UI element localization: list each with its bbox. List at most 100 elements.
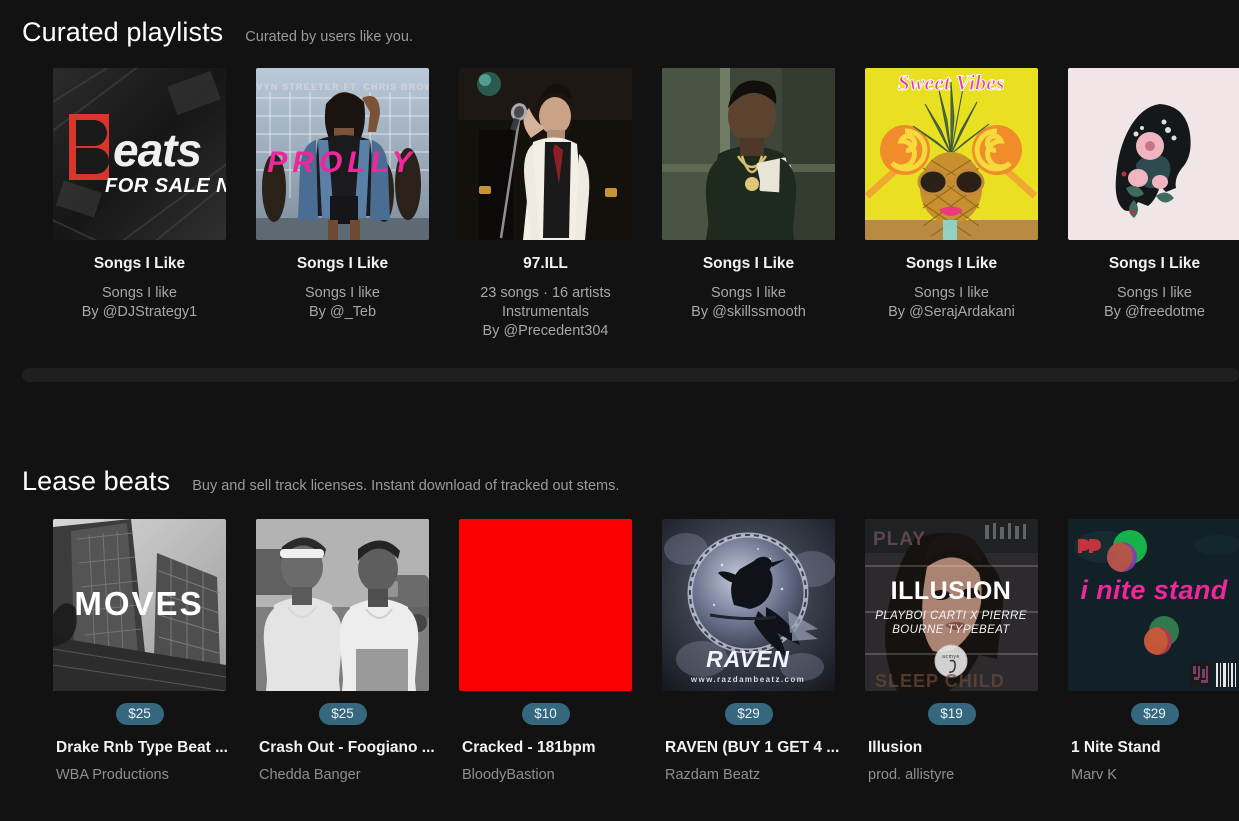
- beat-card[interactable]: PLAY ILLUSION PLAYBOI CARTI X PIERRE BOU…: [850, 518, 1053, 785]
- beat-artist[interactable]: Chedda Banger: [241, 767, 444, 784]
- price-badge[interactable]: $19: [927, 702, 976, 726]
- price-badge[interactable]: $25: [318, 702, 367, 726]
- playlist-meta-line: Instrumentals: [501, 304, 590, 321]
- beat-artist[interactable]: Marv K: [1053, 767, 1239, 784]
- lease-beats-header: Lease beats Buy and sell track licenses.…: [0, 455, 1239, 497]
- beat-card[interactable]: MOVES $25 Drake Rnb Type Beat ... WBA Pr…: [38, 518, 241, 785]
- moves-skyscraper-cover[interactable]: MOVES: [53, 518, 226, 691]
- beat-artist[interactable]: BloodyBastion: [444, 767, 647, 784]
- page-title: Curated playlists: [22, 17, 224, 47]
- beat-title[interactable]: Illusion: [850, 739, 1053, 758]
- playlist-title: Songs I Like: [1108, 254, 1201, 272]
- playlist-meta: Songs I like By @skillssmooth: [647, 284, 850, 322]
- svg-text:PROLLY: PROLLY: [267, 146, 416, 179]
- playlist-title: 97.ILL: [523, 254, 568, 272]
- playlist-meta: Songs I like By @freedotme: [1053, 284, 1239, 322]
- curated-playlists-header: Curated playlists Curated by users like …: [0, 0, 1239, 48]
- price-badge[interactable]: $29: [1130, 702, 1179, 726]
- beat-title[interactable]: Crash Out - Foogiano ...: [241, 739, 444, 758]
- playlist-title: Songs I Like: [93, 254, 186, 272]
- lease-beats-section: Lease beats Buy and sell track licenses.…: [0, 455, 1239, 784]
- svg-text:Sweet Vibes: Sweet Vibes: [898, 70, 1005, 95]
- playlist-card[interactable]: SEVYN STREETER FT. CHRIS BROWN PROLLY So…: [241, 67, 444, 342]
- price-wrap: $29: [1053, 702, 1239, 726]
- svg-text:acmye: acmye: [942, 654, 960, 660]
- price-badge[interactable]: $10: [521, 702, 570, 726]
- beat-title[interactable]: Drake Rnb Type Beat ...: [38, 739, 241, 758]
- playlist-card[interactable]: Songs I Like Songs I like By @skillssmoo…: [647, 67, 850, 342]
- playlist-meta-line: Songs I like: [305, 285, 380, 302]
- floral-silhouette-cover[interactable]: [1068, 67, 1239, 240]
- curated-playlists-section: Curated playlists Curated by users like …: [0, 0, 1239, 382]
- svg-text:MOVES: MOVES: [74, 585, 203, 622]
- playlist-owner: By @DJStrategy1: [81, 304, 198, 321]
- playlist-meta-line: Songs I like: [711, 285, 786, 302]
- playlist-card[interactable]: 97.ILL 23 songs · 16 artists Instrumenta…: [444, 67, 647, 342]
- curated-playlists-carousel[interactable]: eats FOR SALE NOW Songs I Like Songs I l…: [0, 67, 1239, 342]
- rapper-with-cash-cover[interactable]: [662, 67, 835, 240]
- playlist-owner: By @skillssmooth: [691, 304, 806, 321]
- playlist-owner: By @_Teb: [308, 304, 377, 321]
- svg-text:PLAY: PLAY: [873, 529, 926, 550]
- playlist-meta-line: Songs I like: [914, 285, 989, 302]
- playlist-title: Songs I Like: [905, 254, 998, 272]
- playlist-owner: By @SerajArdakani: [888, 304, 1015, 321]
- price-wrap: $19: [850, 702, 1053, 726]
- raven-circle-cover[interactable]: RAVEN www.razdambeatz.com: [662, 518, 835, 691]
- playlist-meta-line: Songs I like: [102, 285, 177, 302]
- playlist-meta-line: Songs I like: [1117, 285, 1192, 302]
- svg-text:eats: eats: [113, 124, 201, 176]
- illusion-playboi-carti-typebeat-cover[interactable]: PLAY ILLUSION PLAYBOI CARTI X PIERRE BOU…: [865, 518, 1038, 691]
- price-wrap: $29: [647, 702, 850, 726]
- beat-artist[interactable]: WBA Productions: [38, 767, 241, 784]
- svg-text:RAVEN: RAVEN: [706, 646, 790, 672]
- curated-playlists-subtitle: Curated by users like you.: [245, 29, 413, 45]
- playlist-meta: Songs I like By @DJStrategy1: [38, 284, 241, 322]
- beat-artist[interactable]: prod. allistyre: [850, 767, 1053, 784]
- beat-card[interactable]: i nite stand $29 1 Nite Stand Marv K: [1053, 518, 1239, 785]
- beat-title[interactable]: RAVEN (BUY 1 GET 4 ...: [647, 739, 850, 758]
- svg-text:ILLUSION: ILLUSION: [891, 577, 1012, 605]
- playlist-card[interactable]: eats FOR SALE NOW Songs I Like Songs I l…: [38, 67, 241, 342]
- svg-text:SEVYN STREETER FT. CHRIS BROWN: SEVYN STREETER FT. CHRIS BROWN: [256, 82, 429, 92]
- lease-beats-carousel[interactable]: MOVES $25 Drake Rnb Type Beat ... WBA Pr…: [0, 518, 1239, 785]
- price-wrap: $10: [444, 702, 647, 726]
- svg-text:BOURNE TYPEBEAT: BOURNE TYPEBEAT: [892, 624, 1010, 636]
- prolly-sevyn-streeter-cover[interactable]: SEVYN STREETER FT. CHRIS BROWN PROLLY: [256, 67, 429, 240]
- svg-text:i nite stand: i nite stand: [1080, 575, 1227, 605]
- beat-card[interactable]: $25 Crash Out - Foogiano ... Chedda Bang…: [241, 518, 444, 785]
- beat-card[interactable]: $10 Cracked - 181bpm BloodyBastion: [444, 518, 647, 785]
- music-marketplace-page: Curated playlists Curated by users like …: [0, 0, 1239, 821]
- beats-for-sale-now-cover[interactable]: eats FOR SALE NOW: [53, 67, 226, 240]
- playlist-card[interactable]: Songs I Like Songs I like By @freedotme: [1053, 67, 1239, 342]
- price-badge[interactable]: $29: [724, 702, 773, 726]
- beat-artist[interactable]: Razdam Beatz: [647, 767, 850, 784]
- singer-with-microphone-cover[interactable]: [459, 67, 632, 240]
- lease-beats-subtitle: Buy and sell track licenses. Instant dow…: [192, 478, 620, 494]
- solid-red-cover[interactable]: [459, 518, 632, 691]
- svg-text:SLEEP CHILD: SLEEP CHILD: [875, 671, 1005, 691]
- curated-playlists-scrollbar[interactable]: [22, 368, 1239, 382]
- playlist-owner: By @freedotme: [1104, 304, 1205, 321]
- beat-title[interactable]: 1 Nite Stand: [1053, 739, 1239, 758]
- playlist-owner: By @Precedent304: [482, 323, 609, 340]
- svg-text:www.razdambeatz.com: www.razdambeatz.com: [690, 675, 805, 684]
- two-rappers-photo-cover[interactable]: [256, 518, 429, 691]
- price-wrap: $25: [38, 702, 241, 726]
- beat-card[interactable]: RAVEN www.razdambeatz.com $29 RAVEN (BUY…: [647, 518, 850, 785]
- beat-title[interactable]: Cracked - 181bpm: [444, 739, 647, 758]
- svg-text:PLAYBOI CARTI X PIERRE: PLAYBOI CARTI X PIERRE: [875, 610, 1027, 622]
- price-badge[interactable]: $25: [115, 702, 164, 726]
- sweet-vibes-pineapple-cover[interactable]: Sweet Vibes: [865, 67, 1038, 240]
- playlist-title: Songs I Like: [702, 254, 795, 272]
- svg-text:FOR SALE NOW: FOR SALE NOW: [105, 175, 226, 197]
- playlist-meta: Songs I like By @SerajArdakani: [850, 284, 1053, 322]
- playlist-card[interactable]: Sweet Vibes Songs I Like Songs I like By…: [850, 67, 1053, 342]
- playlist-meta-line: 23 songs · 16 artists: [480, 285, 611, 302]
- playlist-meta: Songs I like By @_Teb: [241, 284, 444, 322]
- playlist-meta: 23 songs · 16 artists Instrumentals By @…: [444, 284, 647, 341]
- price-wrap: $25: [241, 702, 444, 726]
- lease-beats-title: Lease beats: [22, 466, 171, 496]
- 1-nite-stand-neon-cover[interactable]: i nite stand: [1068, 518, 1239, 691]
- playlist-title: Songs I Like: [296, 254, 389, 272]
